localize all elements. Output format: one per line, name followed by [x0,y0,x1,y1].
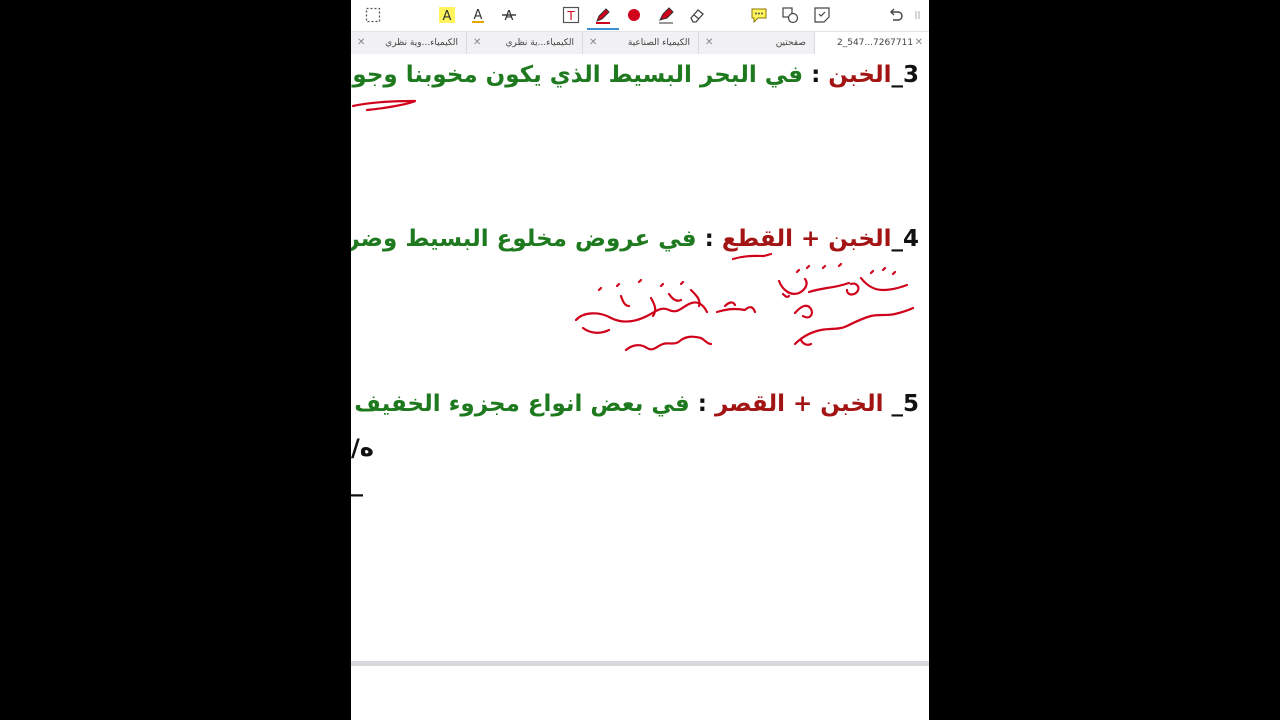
tab-label: صفحتين [775,38,806,48]
svg-text:A: A [474,8,483,23]
underline-text-icon[interactable]: A [468,5,488,25]
undo-icon[interactable] [886,5,906,25]
line-text: في البحر البسيط الذي يكون مخوبنا وجوبا ف… [351,62,804,88]
text-fragment: _ [351,469,363,497]
svg-text:T: T [566,9,575,23]
close-icon[interactable]: ✕ [705,32,713,54]
separator: _ [891,226,903,252]
tab-document-2[interactable]: ✕ صفحتين [698,32,814,54]
more-icon[interactable] [912,5,924,25]
close-icon[interactable]: ✕ [589,32,597,54]
tab-label: الكيمياء...وية نظري [385,38,458,48]
colon: : [803,62,829,88]
highlight-text-icon[interactable]: A [437,5,457,25]
pdf-app-window: A A A T ✕ الكيمياء...وية نظري ✕ الكيمياء… [351,0,929,720]
text-box-icon[interactable]: T [561,5,581,25]
eraser-icon[interactable] [687,5,707,25]
annotation-toolbar: A A A T [351,0,929,30]
shapes-icon[interactable] [780,5,800,25]
pen-icon[interactable] [587,5,619,30]
sticky-note-icon[interactable] [812,5,832,25]
document-page: 3_الخبن : في البحر البسيط الذي يكون مخوب… [351,54,929,660]
svg-text:A: A [443,9,452,24]
tab-document-3[interactable]: ✕ الكيمياء الصناعية [582,32,698,54]
line-number: 5 [902,391,919,417]
separator: _ [891,62,903,88]
tab-document-5[interactable]: ✕ الكيمياء...وية نظري [351,32,466,54]
colon: : [696,226,722,252]
strikethrough-text-icon[interactable]: A [499,5,519,25]
document-tab-bar: ✕ الكيمياء...وية نظري ✕ الكيمياء...ية نظ… [351,31,929,55]
ink-color-icon[interactable] [624,5,644,25]
line-4: 4_الخبن + القطع : في عروض مخلوع البسيط و… [351,226,919,252]
tab-label: 2_547...7267711 [837,38,914,48]
close-icon[interactable]: ✕ [473,32,481,54]
text-fragment: /ه [351,434,374,462]
tab-label: الكيمياء...ية نظري [505,38,575,48]
line-text: في بعض انواع مجزوء الخفيف ( مُـ [351,391,690,417]
separator: _ [883,391,903,417]
close-icon[interactable]: ✕ [357,32,365,54]
line-5: 5_ الخبن + القصر : في بعض انواع مجزوء ال… [351,391,919,417]
comment-icon[interactable] [749,5,769,25]
term: الخبن + القطع [721,226,892,252]
tab-document-4[interactable]: ✕ الكيمياء...ية نظري [466,32,582,54]
marquee-select-icon[interactable] [363,5,383,25]
tab-document-1[interactable]: 2_547...7267711 ✕ [814,32,929,54]
close-icon[interactable]: ✕ [915,32,923,54]
term: الخبن + القصر [714,391,884,417]
colon: : [689,391,715,417]
tab-label: الكيمياء الصناعية [627,38,690,48]
term: الخبن [828,62,892,88]
highlighter-icon[interactable] [656,5,676,25]
line-number: 3 [902,62,919,88]
page-divider [351,661,929,666]
line-3: 3_الخبن : في البحر البسيط الذي يكون مخوب… [351,62,919,88]
line-text: في عروض مخلوع البسيط وضربه فـ [351,226,697,252]
line-number: 4 [902,226,919,252]
svg-text:A: A [505,9,514,24]
